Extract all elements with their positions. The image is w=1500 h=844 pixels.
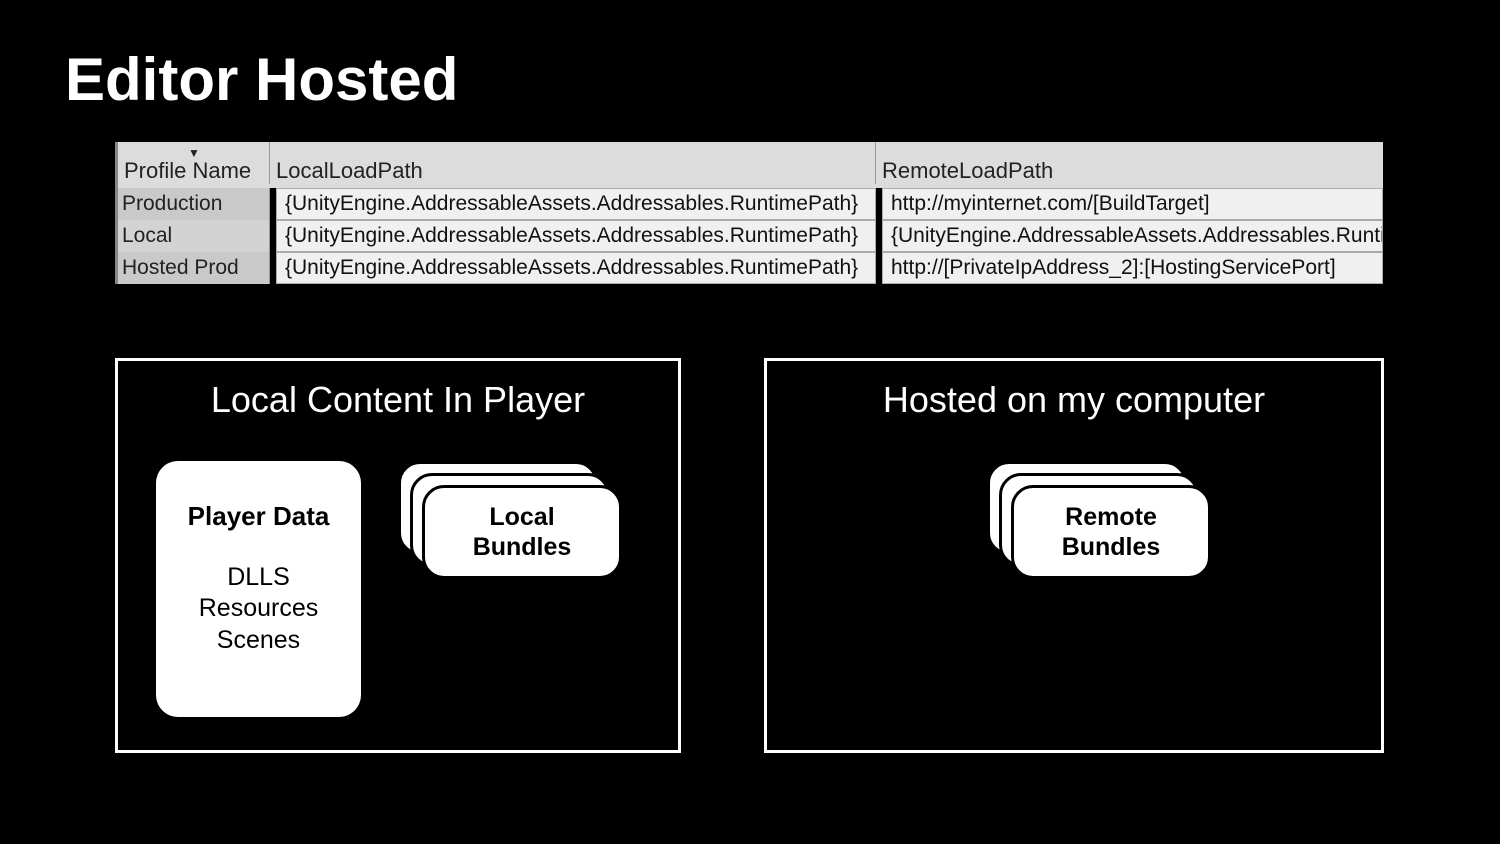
cell-local[interactable]: {UnityEngine.AddressableAssets.Addressab…	[276, 220, 876, 252]
cell-profile: Production	[118, 188, 270, 220]
table-row[interactable]: Local {UnityEngine.AddressableAssets.Add…	[118, 220, 1383, 252]
table-row[interactable]: Hosted Prod {UnityEngine.AddressableAsse…	[118, 252, 1383, 284]
player-data-line: Scenes	[156, 625, 361, 656]
player-data-title: Player Data	[156, 501, 361, 532]
player-data-line: DLLS	[156, 562, 361, 593]
panel-hosted: Hosted on my computer Remote Bundles	[764, 358, 1384, 753]
cell-profile: Hosted Prod	[118, 252, 270, 284]
stack-label: Bundles	[1062, 532, 1161, 562]
cell-profile: Local	[118, 220, 270, 252]
stack-label: Bundles	[473, 532, 572, 562]
player-data-card: Player Data DLLS Resources Scenes	[156, 461, 361, 717]
cell-local[interactable]: {UnityEngine.AddressableAssets.Addressab…	[276, 252, 876, 284]
panel-local-content: Local Content In Player Player Data DLLS…	[115, 358, 681, 753]
col-header-remote[interactable]: RemoteLoadPath	[876, 142, 1383, 184]
cell-remote[interactable]: {UnityEngine.AddressableAssets.Addressab…	[882, 220, 1383, 252]
col-header-profile[interactable]: ▼ Profile Name	[118, 142, 270, 184]
col-header-remote-label: RemoteLoadPath	[882, 158, 1053, 184]
col-header-profile-label: Profile Name	[124, 158, 251, 184]
table-row[interactable]: Production {UnityEngine.AddressableAsset…	[118, 188, 1383, 220]
cell-local[interactable]: {UnityEngine.AddressableAssets.Addressab…	[276, 188, 876, 220]
player-data-line: Resources	[156, 593, 361, 624]
panel-local-title: Local Content In Player	[118, 379, 678, 421]
col-header-local[interactable]: LocalLoadPath	[270, 142, 876, 184]
cell-remote[interactable]: http://[PrivateIpAddress_2]:[HostingServ…	[882, 252, 1383, 284]
cell-remote[interactable]: http://myinternet.com/[BuildTarget]	[882, 188, 1383, 220]
sort-caret-icon: ▼	[188, 146, 200, 160]
stack-label: Local	[489, 502, 554, 532]
stack-label: Remote	[1065, 502, 1157, 532]
page-title: Editor Hosted	[65, 45, 458, 114]
stack-layer-front: Remote Bundles	[1011, 485, 1211, 579]
panel-hosted-title: Hosted on my computer	[767, 379, 1381, 421]
col-header-local-label: LocalLoadPath	[276, 158, 423, 184]
table-header: ▼ Profile Name LocalLoadPath RemoteLoadP…	[118, 142, 1383, 188]
stack-layer-front: Local Bundles	[422, 485, 622, 579]
profiles-table: ▼ Profile Name LocalLoadPath RemoteLoadP…	[115, 142, 1383, 284]
